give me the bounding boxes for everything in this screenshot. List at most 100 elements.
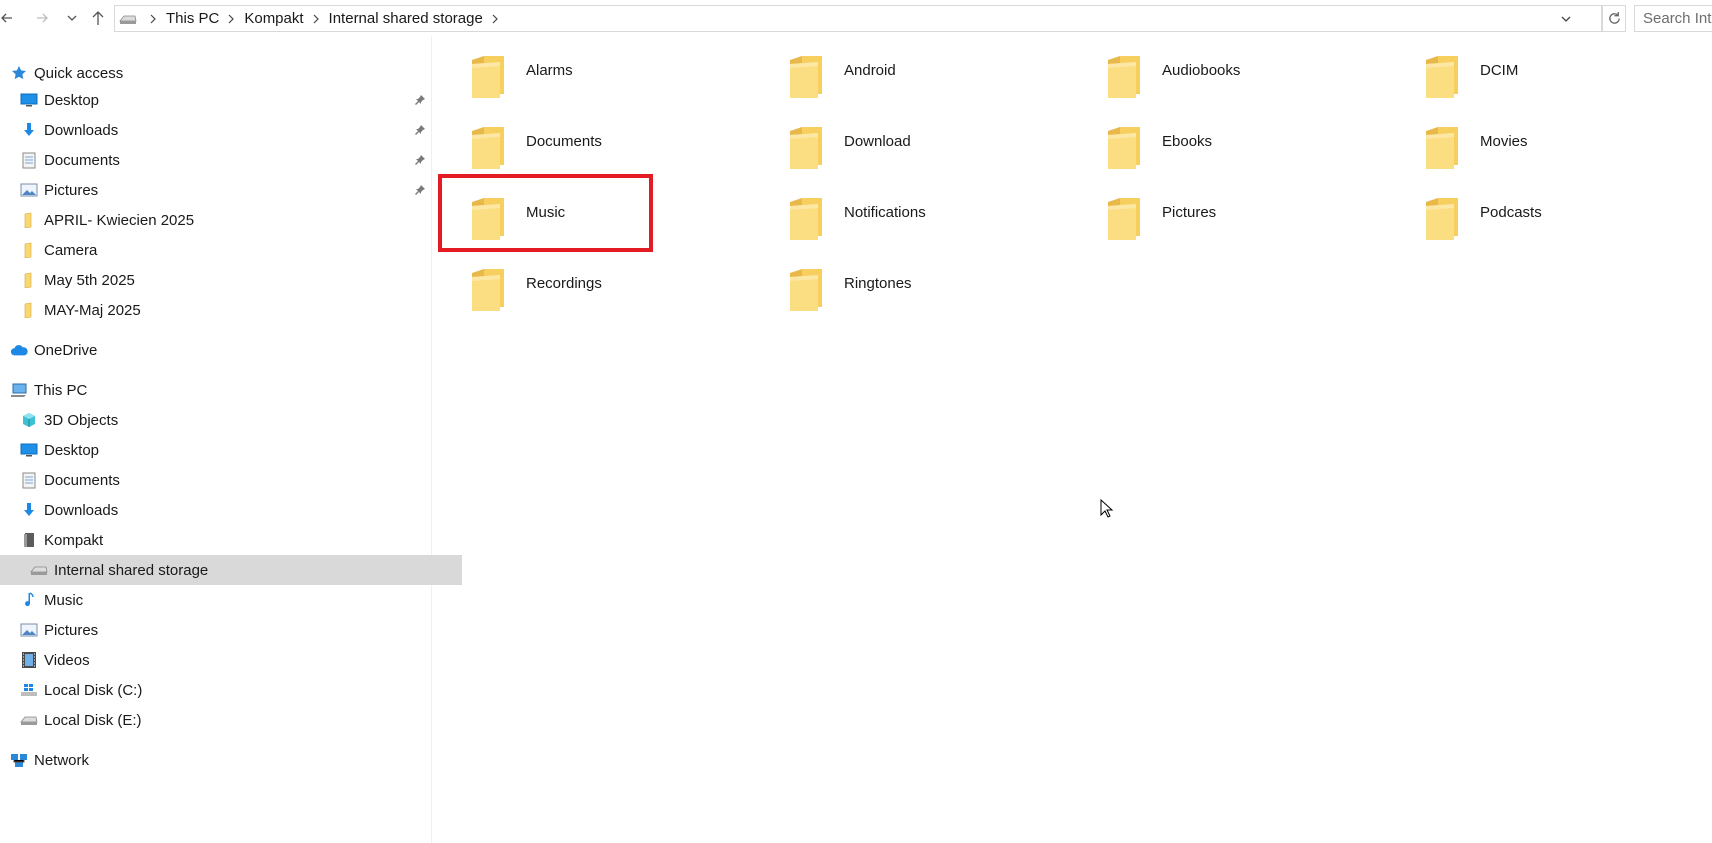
pin-icon[interactable] <box>414 123 428 137</box>
film-icon <box>20 651 38 669</box>
folder-name: DCIM <box>1480 62 1519 79</box>
nav-quick-desktop[interactable]: Desktop <box>0 85 452 115</box>
nav-quick-may-5th-2025[interactable]: May 5th 2025 <box>0 265 452 295</box>
folder-tile-music[interactable]: Music <box>432 178 732 242</box>
nav-this-pc[interactable]: This PC <box>0 375 442 405</box>
phone-device-icon <box>20 531 38 549</box>
computer-icon <box>10 381 28 399</box>
chevron-right-icon[interactable] <box>312 14 320 24</box>
nav-label: APRIL- Kwiecien 2025 <box>44 211 195 229</box>
nav-quick-downloads[interactable]: Downloads <box>0 115 452 145</box>
nav-pc-local-disk-c[interactable]: Local Disk (C:) <box>0 675 452 705</box>
folder-tile-pictures[interactable]: Pictures <box>1068 178 1368 242</box>
nav-quick-pictures[interactable]: Pictures <box>0 175 452 205</box>
folder-tile-alarms[interactable]: Alarms <box>432 36 732 100</box>
nav-label: Desktop <box>44 441 100 459</box>
nav-label: Kompakt <box>44 531 104 549</box>
nav-label: Quick access <box>34 64 124 82</box>
nav-quick-documents[interactable]: Documents <box>0 145 452 175</box>
drive-icon <box>30 561 48 579</box>
folder-tile-audiobooks[interactable]: Audiobooks <box>1068 36 1368 100</box>
folder-tile-dcim[interactable]: DCIM <box>1386 36 1686 100</box>
nav-pc-downloads[interactable]: Downloads <box>0 495 452 525</box>
folder-icon <box>1424 125 1462 171</box>
folder-icon <box>1106 196 1144 242</box>
windows-drive-icon <box>20 681 38 699</box>
folder-tile-podcasts[interactable]: Podcasts <box>1386 178 1686 242</box>
refresh-button[interactable] <box>1602 5 1626 32</box>
folder-icon <box>788 267 826 313</box>
chevron-down-icon <box>67 15 77 21</box>
nav-label: Music <box>44 591 84 609</box>
nav-pc-desktop[interactable]: Desktop <box>0 435 452 465</box>
nav-label: Desktop <box>44 91 100 109</box>
folder-icon <box>788 196 826 242</box>
nav-pc-pictures[interactable]: Pictures <box>0 615 452 645</box>
document-icon <box>20 151 38 169</box>
nav-label: 3D Objects <box>44 411 119 429</box>
pin-icon[interactable] <box>414 153 428 167</box>
nav-pc-videos[interactable]: Videos <box>0 645 452 675</box>
back-button[interactable] <box>0 6 14 30</box>
nav-pc-documents[interactable]: Documents <box>0 465 452 495</box>
nav-network[interactable]: Network <box>0 745 442 775</box>
nav-label: Downloads <box>44 121 119 139</box>
folder-icon <box>470 54 508 100</box>
folder-tile-ringtones[interactable]: Ringtones <box>750 249 1050 313</box>
nav-pc-internal-shared-storage[interactable]: Internal shared storage <box>0 555 462 585</box>
folder-tile-ebooks[interactable]: Ebooks <box>1068 107 1368 171</box>
nav-label: Internal shared storage <box>54 561 209 579</box>
folder-tile-notifications[interactable]: Notifications <box>750 178 1050 242</box>
nav-label: Documents <box>44 151 120 169</box>
folder-tile-movies[interactable]: Movies <box>1386 107 1686 171</box>
nav-quick-access[interactable]: Quick access <box>0 58 442 88</box>
address-history-dropdown[interactable] <box>1557 9 1575 29</box>
chevron-right-icon[interactable] <box>491 14 499 24</box>
folder-icon <box>20 241 38 259</box>
address-toolbar: This PC Kompakt Internal shared storage … <box>0 0 1712 36</box>
network-icon <box>10 751 28 769</box>
search-input[interactable]: Search Int <box>1634 5 1712 32</box>
forward-button[interactable] <box>32 6 52 30</box>
breadcrumb-kompakt[interactable]: Kompakt <box>244 10 303 27</box>
address-bar[interactable]: This PC Kompakt Internal shared storage <box>114 5 1602 32</box>
folder-tile-android[interactable]: Android <box>750 36 1050 100</box>
download-arrow-icon <box>20 501 38 519</box>
nav-quick-april-kwiecien-2025[interactable]: APRIL- Kwiecien 2025 <box>0 205 452 235</box>
folder-icon <box>788 125 826 171</box>
up-arrow-icon <box>92 11 104 25</box>
nav-label: Local Disk (E:) <box>44 711 142 729</box>
nav-pc-3d-objects[interactable]: 3D Objects <box>0 405 452 435</box>
folder-tile-recordings[interactable]: Recordings <box>432 249 732 313</box>
nav-pc-kompakt[interactable]: Kompakt <box>0 525 452 555</box>
pin-icon[interactable] <box>414 183 428 197</box>
folder-icon <box>1424 196 1462 242</box>
folder-icon <box>470 125 508 171</box>
nav-label: Camera <box>44 241 98 259</box>
drive-icon <box>20 711 38 729</box>
back-arrow-icon <box>1 13 12 23</box>
nav-quick-may-maj-2025[interactable]: MAY-Maj 2025 <box>0 295 452 325</box>
navigation-pane: Quick access Desktop Downloads Documents… <box>0 36 462 843</box>
nav-onedrive[interactable]: OneDrive <box>0 335 442 365</box>
up-button[interactable] <box>88 6 108 30</box>
nav-pc-local-disk-e[interactable]: Local Disk (E:) <box>0 705 452 735</box>
nav-label: OneDrive <box>34 341 98 359</box>
pictures-icon <box>20 621 38 639</box>
pin-icon[interactable] <box>414 93 428 107</box>
chevron-right-icon[interactable] <box>227 14 235 24</box>
nav-label: May 5th 2025 <box>44 271 135 289</box>
recent-locations-button[interactable] <box>62 6 82 30</box>
folder-icon <box>1106 125 1144 171</box>
folder-name: Recordings <box>526 275 602 292</box>
nav-quick-camera[interactable]: Camera <box>0 235 452 265</box>
breadcrumb-this-pc[interactable]: This PC <box>166 10 219 27</box>
folder-tile-download[interactable]: Download <box>750 107 1050 171</box>
nav-label: Local Disk (C:) <box>44 681 143 699</box>
nav-pc-music[interactable]: Music <box>0 585 452 615</box>
refresh-icon <box>1608 11 1620 24</box>
breadcrumb-internal-shared-storage[interactable]: Internal shared storage <box>329 10 483 27</box>
folder-name: Documents <box>526 133 602 150</box>
folder-name: Alarms <box>526 62 573 79</box>
folder-tile-documents[interactable]: Documents <box>432 107 732 171</box>
